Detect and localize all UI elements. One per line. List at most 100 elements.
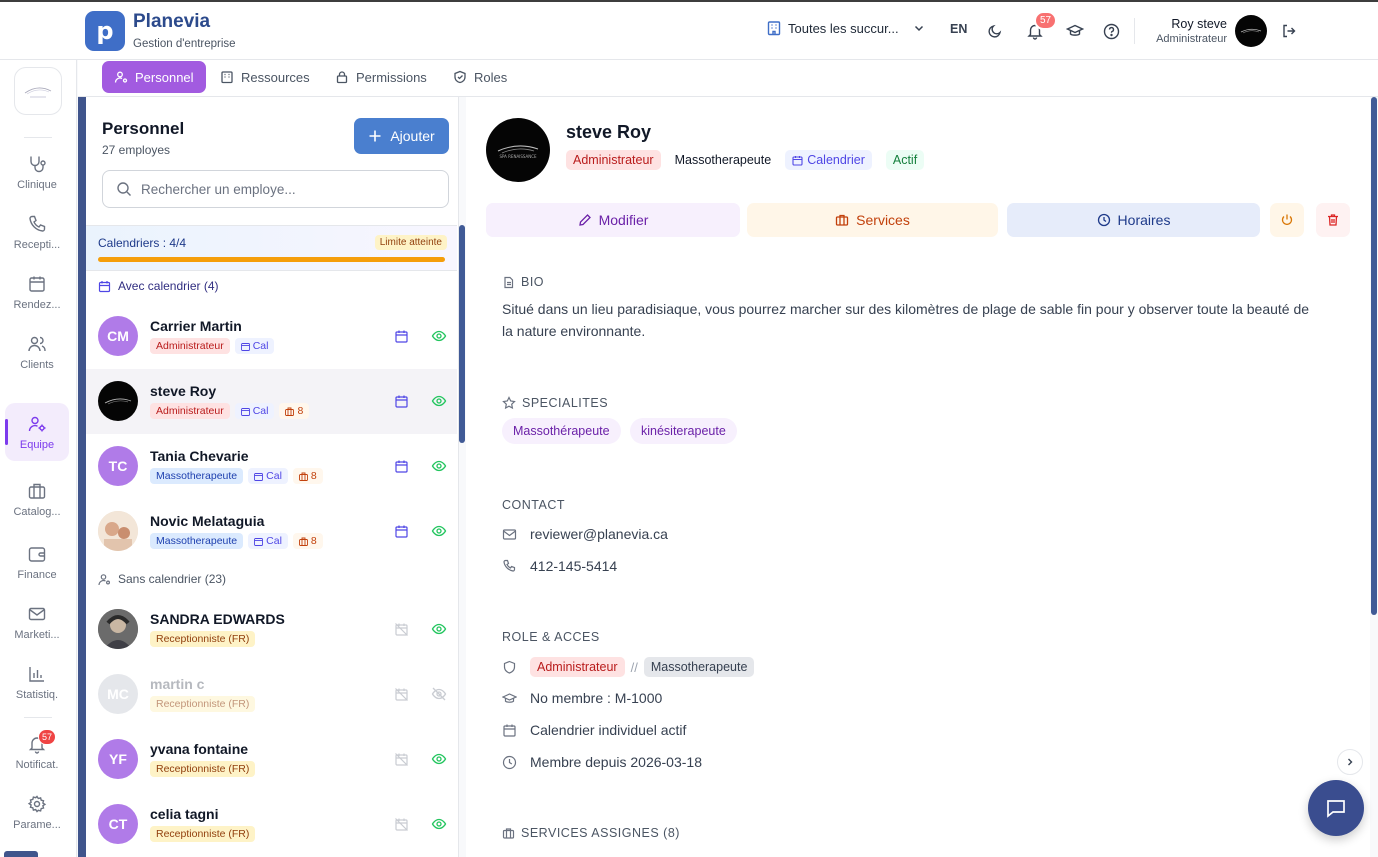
role-badge: Receptionniste (FR): [150, 696, 256, 712]
detail-scrollbar[interactable]: [1370, 97, 1378, 857]
tab-permissions[interactable]: Permissions: [323, 61, 439, 93]
search-input[interactable]: [141, 181, 431, 197]
employee-row[interactable]: steve Roy Administrateur Cal 8: [86, 369, 457, 434]
sidebar-item-catalogue[interactable]: Catalog...: [5, 470, 69, 528]
user-name: Roy steve: [1171, 17, 1227, 31]
services-button[interactable]: Services: [747, 203, 998, 237]
calendar-icon[interactable]: [392, 327, 410, 345]
mail-icon: [27, 604, 47, 624]
deactivate-button[interactable]: [1270, 203, 1304, 237]
panel-scroll-thumb[interactable]: [459, 225, 465, 443]
calendar-status: Calendrier individuel actif: [530, 722, 687, 738]
briefcase-icon: [285, 407, 295, 416]
employee-detail: SPA RENAISSANCE steve Roy Administrateur…: [466, 97, 1370, 857]
sidebar-item-statistiques[interactable]: Statistiq.: [5, 653, 69, 711]
graduation-cap-icon: [502, 691, 517, 706]
employee-tags: Massotherapeute Cal 8: [150, 468, 323, 484]
calendar-off-icon[interactable]: [392, 815, 410, 833]
employee-row[interactable]: CT celia tagni Receptionniste (FR): [86, 792, 457, 857]
logout-icon[interactable]: [1279, 21, 1299, 41]
delete-button[interactable]: [1316, 203, 1350, 237]
phone-icon: [502, 559, 517, 574]
sidebar-item-clients[interactable]: Clients: [5, 323, 69, 381]
calendar-badge: Cal: [248, 533, 288, 549]
employee-row[interactable]: YF yvana fontaine Receptionniste (FR): [86, 727, 457, 792]
employee-name: steve Roy: [150, 383, 217, 399]
sidebar-item-rendez-vous[interactable]: Rendez...: [5, 263, 69, 321]
sidebar-item-equipe[interactable]: Equipe: [5, 403, 69, 461]
eye-off-icon[interactable]: [430, 685, 448, 703]
access-role-badge: Administrateur: [530, 657, 625, 677]
panel-scrollbar[interactable]: [457, 225, 465, 857]
contact-title: CONTACT: [502, 498, 565, 512]
tab-ressources[interactable]: Ressources: [208, 61, 322, 93]
calendar-badge: Cal: [234, 403, 275, 419]
gear-icon: [27, 794, 47, 814]
employee-row[interactable]: TC Tania Chevarie Massotherapeute Cal 8: [86, 434, 457, 499]
calendar-quota: Calendriers : 4/4 Limite atteinte: [86, 225, 457, 271]
app-logo[interactable]: p: [85, 11, 125, 51]
calendar-off-icon[interactable]: [392, 685, 410, 703]
sidebar-item-reception[interactable]: Recepti...: [5, 203, 69, 261]
tab-roles[interactable]: Roles: [441, 61, 519, 93]
employee-tags: Administrateur Cal: [150, 338, 275, 354]
sidebar-item-marketing[interactable]: Marketi...: [5, 593, 69, 651]
employee-row[interactable]: MC martin c Receptionniste (FR): [86, 662, 457, 727]
search-box[interactable]: [102, 170, 449, 208]
briefcase-icon: [298, 537, 308, 546]
sidebar-item-finance[interactable]: Finance: [5, 533, 69, 591]
eye-icon[interactable]: [430, 522, 448, 540]
chat-button[interactable]: [1308, 780, 1364, 836]
next-button[interactable]: [1337, 749, 1363, 775]
employee-row[interactable]: SANDRA EDWARDS Receptionniste (FR): [86, 597, 457, 662]
schedule-button[interactable]: Horaires: [1007, 203, 1260, 237]
language-toggle[interactable]: EN: [950, 22, 967, 36]
sidebar-scroll-indicator: [4, 851, 38, 857]
calendar-icon[interactable]: [392, 457, 410, 475]
role-badge: Massotherapeute: [150, 533, 244, 549]
eye-icon[interactable]: [430, 457, 448, 475]
status-badge: Actif: [885, 150, 925, 170]
add-employee-button[interactable]: Ajouter: [354, 118, 449, 154]
plus-icon: [368, 129, 382, 143]
edit-button[interactable]: Modifier: [486, 203, 740, 237]
user-avatar[interactable]: [1235, 15, 1267, 47]
calendar-icon[interactable]: [392, 522, 410, 540]
detail-scroll-thumb[interactable]: [1371, 97, 1377, 615]
sidebar-item-notifications[interactable]: Notificat. 57: [5, 723, 69, 781]
eye-icon[interactable]: [430, 392, 448, 410]
business-logo[interactable]: [14, 67, 62, 115]
calendar-icon[interactable]: [392, 392, 410, 410]
calendar-off-icon[interactable]: [392, 620, 410, 638]
email-value[interactable]: reviewer@planevia.ca: [530, 526, 668, 542]
graduation-cap-icon[interactable]: [1065, 21, 1085, 41]
employee-name: SANDRA EDWARDS: [150, 611, 285, 627]
help-icon[interactable]: [1101, 21, 1121, 41]
user-cog-icon: [98, 573, 111, 586]
employee-row[interactable]: CM Carrier Martin Administrateur Cal: [86, 304, 457, 369]
employee-tags: Receptionniste (FR): [150, 696, 256, 712]
access-separator: //: [630, 659, 638, 675]
employee-row[interactable]: Novic Melataguia Massotherapeute Cal 8: [86, 499, 457, 564]
role-badge: Receptionniste (FR): [150, 631, 256, 647]
employee-tags: Administrateur Cal 8: [150, 403, 310, 419]
sidebar-item-clinique[interactable]: Clinique: [5, 143, 69, 201]
phone-icon: [27, 214, 47, 234]
moon-icon[interactable]: [985, 21, 1005, 41]
bio-text: Situé dans un lieu paradisiaque, vous po…: [502, 301, 1310, 339]
branch-selector[interactable]: Toutes les succur...: [766, 20, 925, 36]
calendar-off-icon[interactable]: [392, 750, 410, 768]
eye-icon[interactable]: [430, 327, 448, 345]
eye-icon[interactable]: [430, 620, 448, 638]
services-badge: 8: [292, 533, 323, 549]
employee-avatar: [98, 609, 138, 649]
calendar-status-line: Calendrier individuel actif: [502, 722, 686, 738]
tab-personnel[interactable]: Personnel: [102, 61, 206, 93]
phone-value[interactable]: 412-145-5414: [530, 558, 617, 574]
eye-icon[interactable]: [430, 815, 448, 833]
sidebar-item-parametres[interactable]: Parame...: [5, 783, 69, 841]
member-number: No membre : M-1000: [530, 690, 663, 706]
eye-icon[interactable]: [430, 750, 448, 768]
chevron-down-icon: [913, 22, 925, 34]
notification-badge: 57: [1034, 11, 1058, 30]
